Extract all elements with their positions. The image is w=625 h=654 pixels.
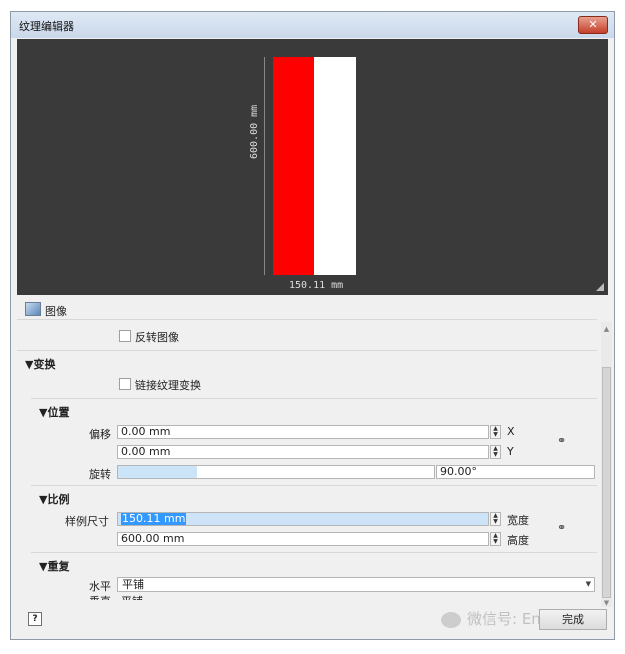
horizontal-label: 水平 — [89, 580, 111, 593]
divider — [31, 552, 597, 553]
window-title: 纹理编辑器 — [19, 20, 74, 33]
title-bar: 纹理编辑器 ✕ — [11, 12, 614, 38]
divider — [31, 398, 597, 399]
scale-header[interactable]: ▼比例 — [39, 491, 69, 507]
divider — [31, 485, 597, 486]
help-button[interactable]: ? — [28, 612, 42, 626]
link-icon[interactable]: ⚭ — [557, 522, 571, 533]
invert-image-checkbox[interactable] — [119, 330, 131, 342]
horizontal-repeat-select[interactable]: 平铺 ▼ — [117, 577, 595, 592]
link-icon[interactable]: ⚭ — [557, 435, 571, 446]
offset-y-spinner[interactable]: ▲ ▼ — [490, 445, 501, 459]
wechat-icon — [441, 611, 461, 628]
image-icon — [25, 302, 41, 316]
repeat-header[interactable]: ▼重复 — [39, 558, 69, 574]
width-dimension-label: 150.11 mm — [289, 280, 344, 291]
sample-width-input[interactable]: 150.11 mm — [117, 512, 489, 526]
sample-width-selected-text: 150.11 mm — [121, 512, 187, 525]
invert-image-label: 反转图像 — [135, 331, 179, 344]
offset-x-spinner[interactable]: ▲ ▼ — [490, 425, 501, 439]
divider — [17, 319, 597, 320]
chevron-down-icon: ▼ — [585, 580, 591, 588]
texture-editor-window: 纹理编辑器 ✕ 600.00 mm 150.11 mm 图像 反转图像 ▼变换 … — [10, 11, 615, 640]
transform-header[interactable]: ▼变换 — [25, 356, 55, 372]
scroll-up-icon[interactable]: ▲ — [601, 325, 612, 333]
offset-x-input[interactable]: 0.00 mm — [117, 425, 489, 439]
rotation-slider-fill — [118, 466, 197, 478]
vertical-repeat-value[interactable]: 平铺 — [121, 594, 143, 600]
scroll-thumb[interactable] — [602, 367, 611, 598]
clipped-row: 垂直 平铺 — [17, 594, 597, 600]
sample-height-spinner[interactable]: ▲ ▼ — [490, 532, 501, 546]
offset-label: 偏移 — [89, 428, 111, 441]
offset-y-axis-label: Y — [507, 445, 514, 458]
rotation-input[interactable]: 90.00° — [436, 465, 595, 479]
resize-grip-icon[interactable] — [596, 283, 604, 291]
offset-x-axis-label: X — [507, 425, 515, 438]
horizontal-repeat-value: 平铺 — [122, 578, 144, 591]
divider — [17, 350, 597, 351]
watermark: 微信号: Enoi — [441, 608, 554, 629]
properties-panel: 图像 反转图像 ▼变换 链接纹理变换 ▼位置 偏移 0.00 mm ▲ ▼ X 0… — [17, 297, 608, 600]
rotation-label: 旋转 — [89, 468, 111, 481]
rotation-slider[interactable] — [117, 465, 435, 479]
width-label: 宽度 — [507, 514, 529, 527]
offset-y-input[interactable]: 0.00 mm — [117, 445, 489, 459]
sample-height-input[interactable]: 600.00 mm — [117, 532, 489, 546]
height-dimension-line — [264, 57, 265, 275]
position-header[interactable]: ▼位置 — [39, 404, 69, 420]
close-button[interactable]: ✕ — [578, 16, 608, 34]
sample-size-label: 样例尺寸 — [65, 515, 109, 528]
link-texture-transform-checkbox[interactable] — [119, 378, 131, 390]
sample-width-spinner[interactable]: ▲ ▼ — [490, 512, 501, 526]
properties-scrollbar[interactable]: ▲ ▼ — [601, 322, 612, 607]
link-texture-transform-label: 链接纹理变换 — [135, 379, 201, 392]
height-dimension-label: 600.00 mm — [249, 104, 260, 159]
texture-white-stripe — [314, 57, 356, 275]
texture-preview: 600.00 mm 150.11 mm — [17, 39, 608, 295]
scroll-down-icon[interactable]: ▼ — [601, 599, 612, 607]
height-label: 高度 — [507, 534, 529, 547]
done-button[interactable]: 完成 — [539, 609, 607, 630]
image-section-label: 图像 — [45, 305, 67, 318]
texture-red-stripe — [273, 57, 314, 275]
vertical-label: 垂直 — [89, 594, 111, 600]
